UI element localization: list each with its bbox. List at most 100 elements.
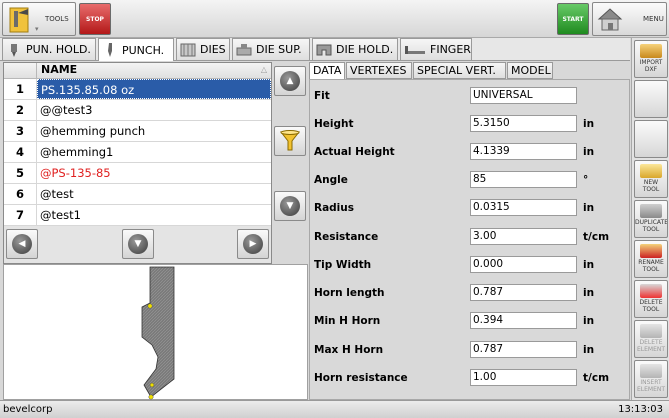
tab-label: DIES <box>200 43 226 56</box>
tab-special-vertexes[interactable]: SPECIAL VERT. <box>413 62 506 79</box>
horn-length-input[interactable]: 0.787 <box>470 284 577 301</box>
horn-resistance-input[interactable]: 1.00 <box>470 369 577 386</box>
previous-button[interactable]: ◀ <box>6 229 38 259</box>
tool-preview <box>3 264 308 400</box>
tab-model[interactable]: MODEL <box>507 62 553 79</box>
table-row[interactable]: 6 @test <box>4 184 271 205</box>
tab-punch[interactable]: PUNCH. <box>98 38 174 61</box>
insert-element-button[interactable]: INSERT ELEMENT <box>634 360 668 398</box>
punch-holder-icon <box>11 43 17 57</box>
import-dxf-icon <box>640 44 662 58</box>
tab-die-support[interactable]: DIE SUP. <box>232 38 310 60</box>
data-tabs: DATA VERTEXES SPECIAL VERT. MODEL <box>309 62 629 80</box>
home-icon <box>597 8 623 31</box>
tab-label: PUNCH. <box>122 43 165 57</box>
min-h-horn-input[interactable]: 0.394 <box>470 312 577 329</box>
scroll-up-button[interactable]: ▲ <box>274 66 306 96</box>
duplicate-tool-button[interactable]: DUPLICATE TOOL <box>634 200 668 238</box>
list-navigation-bar: ◀ ▼ ▶ <box>3 226 272 264</box>
angle-input[interactable]: 85 <box>470 171 577 188</box>
tool-data-form: Fit UNIVERSAL Height 5.3150 in Actual He… <box>309 79 630 400</box>
die-support-icon <box>236 43 252 55</box>
table-row[interactable]: 2 @@test3 <box>4 100 271 121</box>
field-max-h-horn: Max H Horn 0.787 in <box>314 341 595 358</box>
radius-input[interactable]: 0.0315 <box>470 199 577 216</box>
filter-button[interactable] <box>274 126 306 156</box>
dies-icon <box>180 43 196 56</box>
punch-profile-drawing <box>141 266 175 400</box>
delete-element-icon <box>640 324 662 338</box>
top-toolbar: TOOLS ▾ STOP START MENU <box>0 0 669 38</box>
punch-icon <box>108 43 112 57</box>
field-horn-length: Horn length 0.787 in <box>314 284 595 301</box>
arrow-down-icon: ▼ <box>128 234 148 254</box>
status-bar: bevelcorp 13:13:03 <box>0 400 669 418</box>
tab-punch-holder[interactable]: PUN. HOLD. <box>2 38 96 60</box>
insert-element-icon <box>640 364 662 378</box>
chevron-down-icon: ▾ <box>35 25 39 33</box>
delete-element-button[interactable]: DELETE ELEMENT <box>634 320 668 358</box>
tab-data[interactable]: DATA <box>309 62 345 80</box>
stop-button[interactable]: STOP <box>79 3 111 35</box>
field-min-h-horn: Min H Horn 0.394 in <box>314 312 595 329</box>
table-row[interactable]: 5 @PS-135-85 <box>4 163 271 184</box>
tab-dies[interactable]: DIES <box>176 38 230 60</box>
scroll-down-button[interactable]: ▼ <box>274 191 306 221</box>
arrow-left-icon: ◀ <box>12 234 32 254</box>
table-row[interactable]: 7 @test1 <box>4 205 271 226</box>
tab-label: PUN. HOLD. <box>26 43 91 56</box>
field-resistance: Resistance 3.00 t/cm <box>314 228 610 245</box>
rename-tool-button[interactable]: RENAME TOOL <box>634 240 668 278</box>
column-header-name[interactable]: NAME △ <box>37 63 271 78</box>
tab-die-holder[interactable]: DIE HOLD. <box>312 38 398 60</box>
tab-label: DIE HOLD. <box>336 43 394 56</box>
tab-label: FINGER <box>430 43 471 56</box>
stop-label: STOP <box>86 15 104 23</box>
duplicate-tool-icon <box>640 204 662 218</box>
menu-button[interactable]: MENU <box>592 2 667 36</box>
arrow-up-icon: ▲ <box>280 71 300 91</box>
resistance-input[interactable]: 3.00 <box>470 228 577 245</box>
table-row[interactable]: 3 @hemming punch <box>4 121 271 142</box>
table-row[interactable]: 4 @hemming1 <box>4 142 271 163</box>
tab-label: DIE SUP. <box>256 43 302 56</box>
field-angle: Angle 85 ° <box>314 171 589 188</box>
field-horn-resistance: Horn resistance 1.00 t/cm <box>314 369 610 386</box>
status-user: bevelcorp <box>3 404 53 415</box>
max-h-horn-input[interactable]: 0.787 <box>470 341 577 358</box>
fit-input[interactable]: UNIVERSAL <box>470 87 577 104</box>
field-actual-height: Actual Height 4.1339 in <box>314 143 595 160</box>
tools-button[interactable]: TOOLS ▾ <box>2 2 76 36</box>
tip-width-input[interactable]: 0.000 <box>470 256 577 273</box>
page-down-button[interactable]: ▼ <box>122 229 154 259</box>
tools-label: TOOLS <box>45 15 69 23</box>
field-tip-width: Tip Width 0.000 in <box>314 256 595 273</box>
actual-height-input[interactable]: 4.1339 <box>470 143 577 160</box>
sort-icon: △ <box>260 65 267 74</box>
tools-icon <box>9 7 29 33</box>
new-tool-icon <box>640 164 662 178</box>
status-clock: 13:13:03 <box>618 404 663 415</box>
field-radius: Radius 0.0315 in <box>314 199 595 216</box>
filter-icon <box>279 130 301 151</box>
field-height: Height 5.3150 in <box>314 115 595 132</box>
delete-tool-button[interactable]: DELETE TOOL <box>634 280 668 318</box>
empty-button-2[interactable] <box>634 120 668 158</box>
import-dxf-button[interactable]: IMPORT DXF <box>634 40 668 78</box>
die-holder-icon <box>316 44 332 55</box>
next-button[interactable]: ▶ <box>237 229 269 259</box>
start-button[interactable]: START <box>557 3 589 35</box>
empty-button-1[interactable] <box>634 80 668 118</box>
field-fit: Fit UNIVERSAL <box>310 86 629 108</box>
tool-list: NAME △ 1 PS.135.85.08 oz 2 @@test3 3 @he… <box>3 62 272 226</box>
tab-vertexes[interactable]: VERTEXES <box>346 62 412 79</box>
start-label: START <box>562 15 584 23</box>
new-tool-button[interactable]: NEW TOOL <box>634 160 668 198</box>
finger-icon <box>405 45 425 54</box>
rename-tool-icon <box>640 244 662 258</box>
right-sidebar: IMPORT DXF NEW TOOL DUPLICATE TOOL RENAM… <box>631 38 669 400</box>
tab-finger[interactable]: FINGER <box>400 38 472 60</box>
height-input[interactable]: 5.3150 <box>470 115 577 132</box>
arrow-down-icon: ▼ <box>280 196 300 216</box>
table-row[interactable]: 1 PS.135.85.08 oz <box>4 79 271 100</box>
